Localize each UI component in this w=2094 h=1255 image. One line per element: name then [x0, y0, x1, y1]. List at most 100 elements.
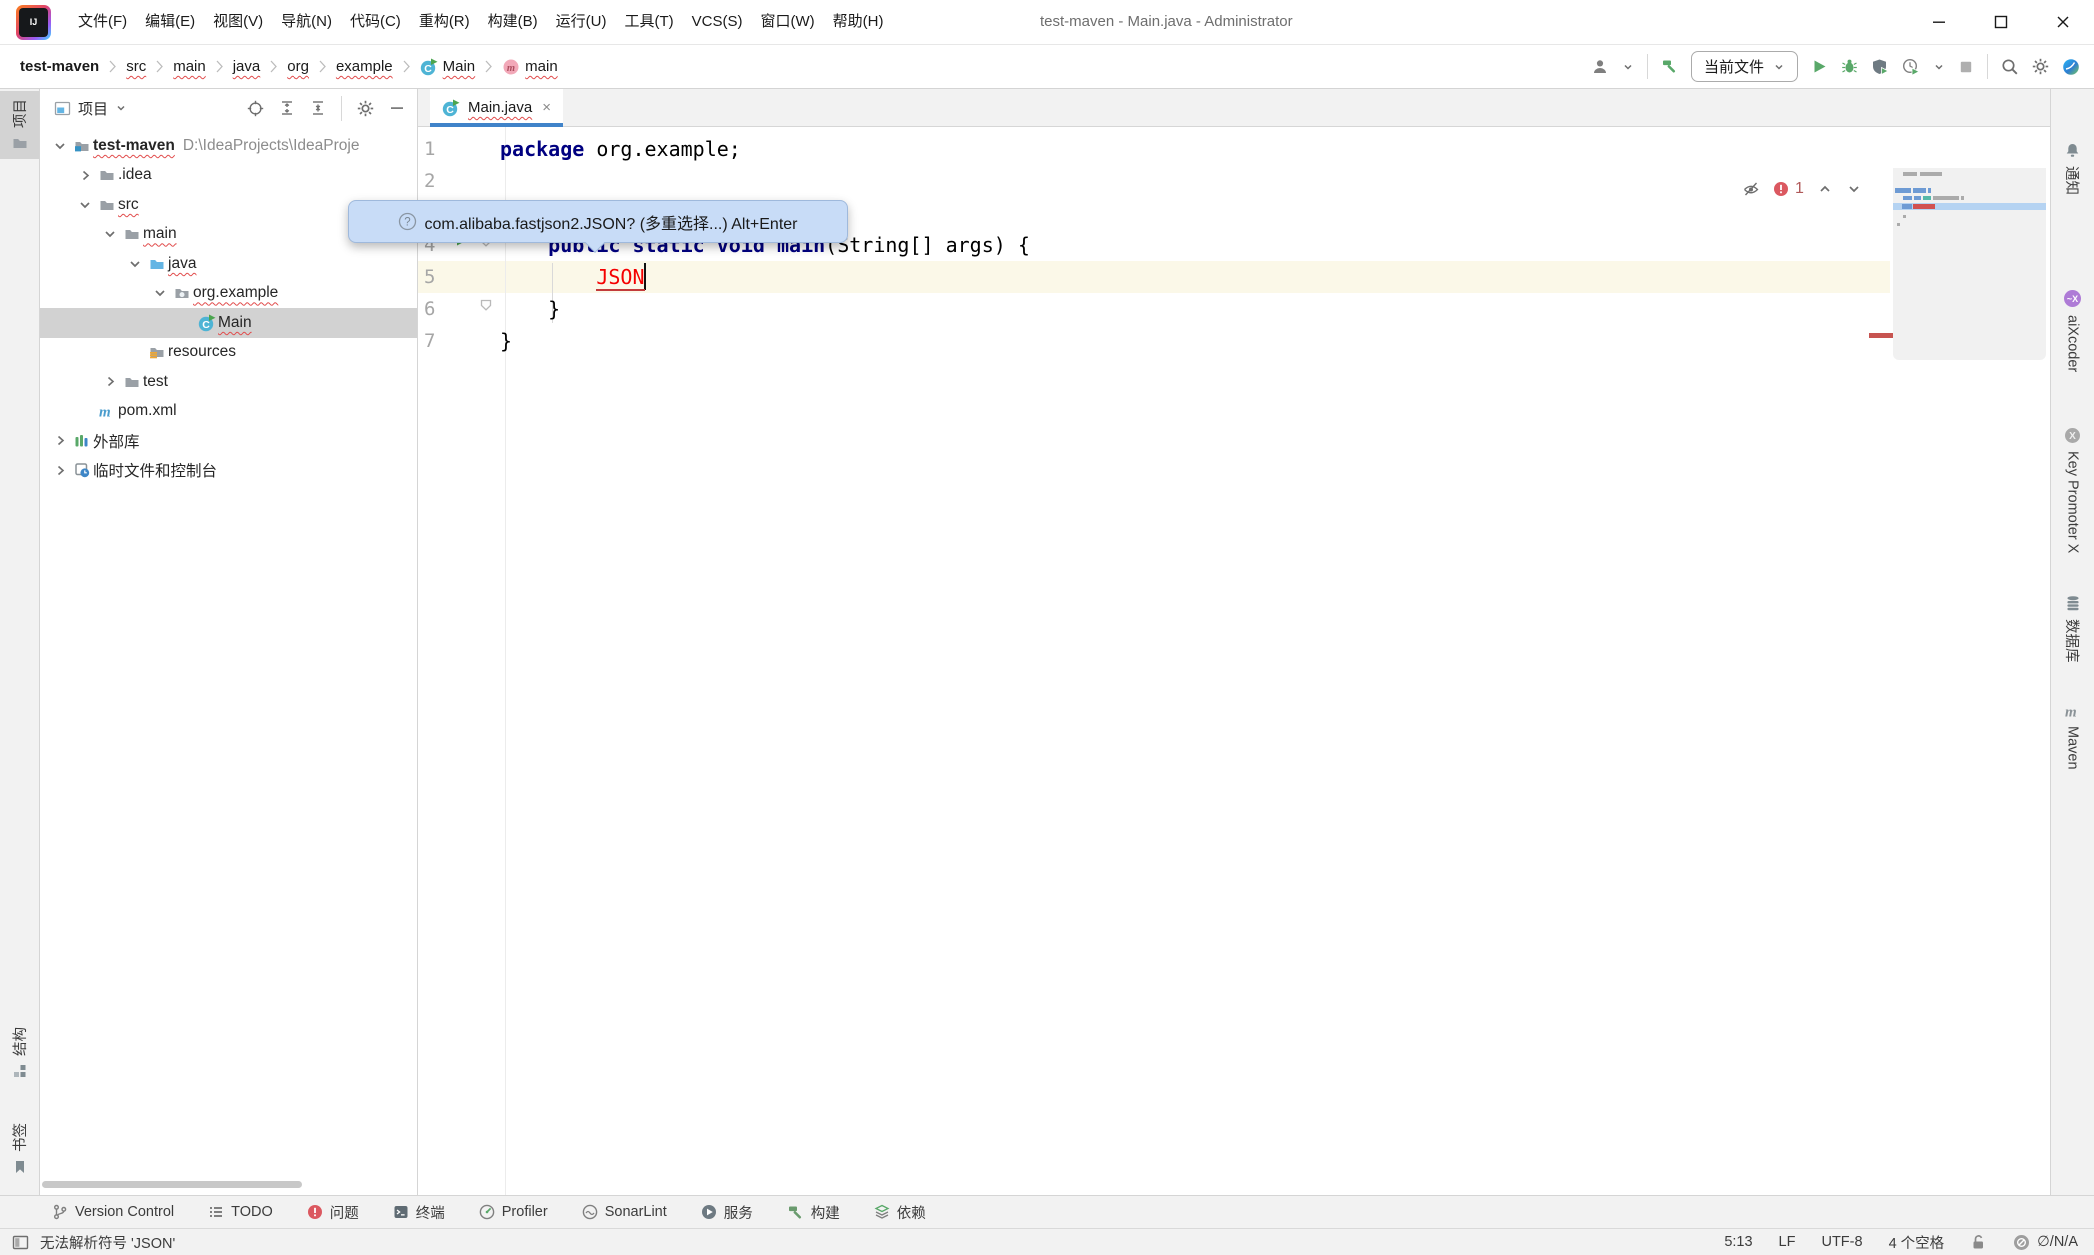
error-stripe-mark[interactable] — [1869, 333, 1893, 338]
breadcrumb-item-main[interactable]: main — [169, 56, 210, 77]
search-everywhere-button[interactable] — [2001, 58, 2019, 76]
tree-item-test[interactable]: test — [40, 367, 417, 397]
memory-indicator[interactable]: ∅/N/A — [2013, 1234, 2078, 1251]
plugin-button[interactable] — [2062, 58, 2080, 76]
tool-window-button-终端[interactable]: 终端 — [393, 1202, 445, 1223]
menu-item[interactable]: 重构(R) — [410, 0, 479, 44]
tree-item-外部库[interactable]: 外部库 — [40, 426, 417, 456]
breadcrumb-item-test-maven[interactable]: test-maven — [16, 56, 103, 77]
breadcrumb-item-src[interactable]: src — [122, 56, 150, 77]
run-with-coverage-button[interactable] — [1871, 58, 1889, 76]
tree-item-Main[interactable]: CMain — [40, 308, 417, 338]
menu-item[interactable]: 工具(T) — [615, 0, 682, 44]
tab-close-icon[interactable]: × — [542, 99, 551, 116]
close-button[interactable] — [2032, 0, 2094, 44]
minimap[interactable] — [1893, 168, 2046, 360]
build-project-button[interactable] — [1661, 58, 1678, 75]
chevron-down-icon[interactable] — [150, 285, 170, 301]
next-error-button[interactable] — [1846, 181, 1862, 197]
tool-window-button-服务[interactable]: 服务 — [701, 1202, 753, 1223]
database-icon — [2065, 595, 2081, 612]
hide-panel-button[interactable] — [389, 100, 405, 116]
tab-main-java[interactable]: C Main.java × — [430, 89, 563, 126]
tool-window-button-Key Promoter X[interactable]: XKey Promoter X — [2051, 419, 2094, 561]
tree-item-resources[interactable]: resources — [40, 338, 417, 368]
run-button[interactable] — [1811, 58, 1828, 75]
breadcrumb-item-example[interactable]: example — [332, 56, 397, 77]
tool-window-button-数据库[interactable]: 数据库 — [2051, 587, 2094, 671]
run-configuration-select[interactable]: 当前文件 — [1691, 51, 1798, 82]
tree-item-java[interactable]: java — [40, 249, 417, 279]
breadcrumb-item-Main[interactable]: CMain — [416, 56, 480, 78]
tree-item-.idea[interactable]: .idea — [40, 161, 417, 191]
collapse-all-button[interactable] — [310, 100, 326, 116]
breadcrumb-item-org[interactable]: org — [283, 56, 313, 77]
expand-all-button[interactable] — [279, 100, 295, 116]
tool-window-button-项目[interactable]: 项目 — [0, 91, 39, 159]
chevron-right-icon[interactable] — [50, 463, 70, 478]
tool-window-button-Version Control[interactable]: Version Control — [52, 1204, 174, 1220]
user-icon[interactable] — [1591, 58, 1609, 76]
menu-item[interactable]: 文件(F) — [69, 0, 136, 44]
menu-item[interactable]: VCS(S) — [683, 0, 752, 44]
tool-window-button-构建[interactable]: 构建 — [787, 1202, 840, 1223]
tool-window-button-Maven[interactable]: mMaven — [2051, 695, 2094, 778]
breadcrumb-item-java[interactable]: java — [229, 56, 265, 77]
menu-item[interactable]: 帮助(H) — [824, 0, 893, 44]
chevron-down-icon[interactable] — [50, 138, 70, 154]
tool-window-button-书签[interactable]: 书签 — [0, 1115, 39, 1183]
settings-button[interactable] — [2032, 58, 2049, 75]
tool-window-button-Profiler[interactable]: Profiler — [479, 1204, 548, 1220]
project-panel-title[interactable]: 项目 — [78, 98, 108, 119]
indent-setting[interactable]: 4 个空格 — [1889, 1232, 1945, 1253]
menu-item[interactable]: 导航(N) — [272, 0, 341, 44]
tree-item-pom.xml[interactable]: mpom.xml — [40, 397, 417, 427]
breadcrumb-item-main[interactable]: mmain — [498, 56, 562, 78]
highlighting-level-icon[interactable] — [1742, 180, 1760, 198]
profiler-dropdown-icon[interactable] — [1933, 61, 1945, 73]
chevron-right-icon[interactable] — [100, 374, 120, 389]
error-badge-icon[interactable] — [1773, 181, 1789, 197]
menu-item[interactable]: 代码(C) — [341, 0, 410, 44]
maximize-button[interactable] — [1970, 0, 2032, 44]
tool-window-button-TODO[interactable]: TODO — [208, 1204, 273, 1220]
import-suggestion-tooltip[interactable]: ? com.alibaba.fastjson2.JSON? (多重选择...) … — [348, 200, 848, 243]
tool-window-button-问题[interactable]: 问题 — [307, 1202, 359, 1223]
tree-item-org.example[interactable]: org.example — [40, 279, 417, 309]
error-count[interactable]: 1 — [1795, 180, 1804, 198]
project-options-button[interactable] — [357, 100, 374, 117]
tree-horizontal-scrollbar[interactable] — [42, 1181, 302, 1188]
code-editor[interactable]: 1 1package org.example;234 public static… — [418, 127, 2050, 1195]
select-opened-file-button[interactable] — [247, 100, 264, 117]
chevron-right-icon[interactable] — [75, 168, 95, 183]
line-separator[interactable]: LF — [1779, 1234, 1796, 1250]
gutter-marker-icon[interactable] — [479, 297, 493, 317]
project-view-dropdown-icon[interactable] — [115, 102, 127, 114]
chevron-down-icon[interactable] — [100, 226, 120, 242]
menu-item[interactable]: 视图(V) — [204, 0, 272, 44]
menu-item[interactable]: 窗口(W) — [751, 0, 823, 44]
breadcrumb-label: main — [525, 58, 558, 75]
user-dropdown-icon[interactable] — [1622, 61, 1634, 73]
menu-item[interactable]: 运行(U) — [547, 0, 616, 44]
debug-button[interactable] — [1841, 58, 1858, 75]
tool-window-button-通知[interactable]: 通知 — [2051, 134, 2094, 203]
tree-item-临时文件和控制台[interactable]: 临时文件和控制台 — [40, 456, 417, 486]
minimize-button[interactable] — [1908, 0, 1970, 44]
chevron-down-icon[interactable] — [75, 197, 95, 213]
tool-window-button-aiXcoder[interactable]: ~XaiXcoder — [2051, 281, 2094, 380]
chevron-down-icon[interactable] — [125, 256, 145, 272]
tool-window-button-结构[interactable]: 结构 — [0, 1019, 39, 1087]
tree-item-test-maven[interactable]: test-mavenD:\IdeaProjects\IdeaProje — [40, 131, 417, 161]
chevron-right-icon[interactable] — [50, 433, 70, 448]
menu-item[interactable]: 编辑(E) — [136, 0, 204, 44]
tool-window-switcher-icon[interactable] — [12, 1234, 29, 1251]
menu-item[interactable]: 构建(B) — [479, 0, 547, 44]
caret-position[interactable]: 5:13 — [1724, 1234, 1752, 1250]
file-encoding[interactable]: UTF-8 — [1821, 1234, 1862, 1250]
lock-open-icon[interactable] — [1970, 1234, 1987, 1251]
run-with-profiler-button[interactable] — [1902, 58, 1920, 76]
tool-window-button-SonarLint[interactable]: SonarLint — [582, 1204, 667, 1220]
tool-window-button-依赖[interactable]: 依赖 — [874, 1202, 926, 1223]
previous-error-button[interactable] — [1817, 181, 1833, 197]
